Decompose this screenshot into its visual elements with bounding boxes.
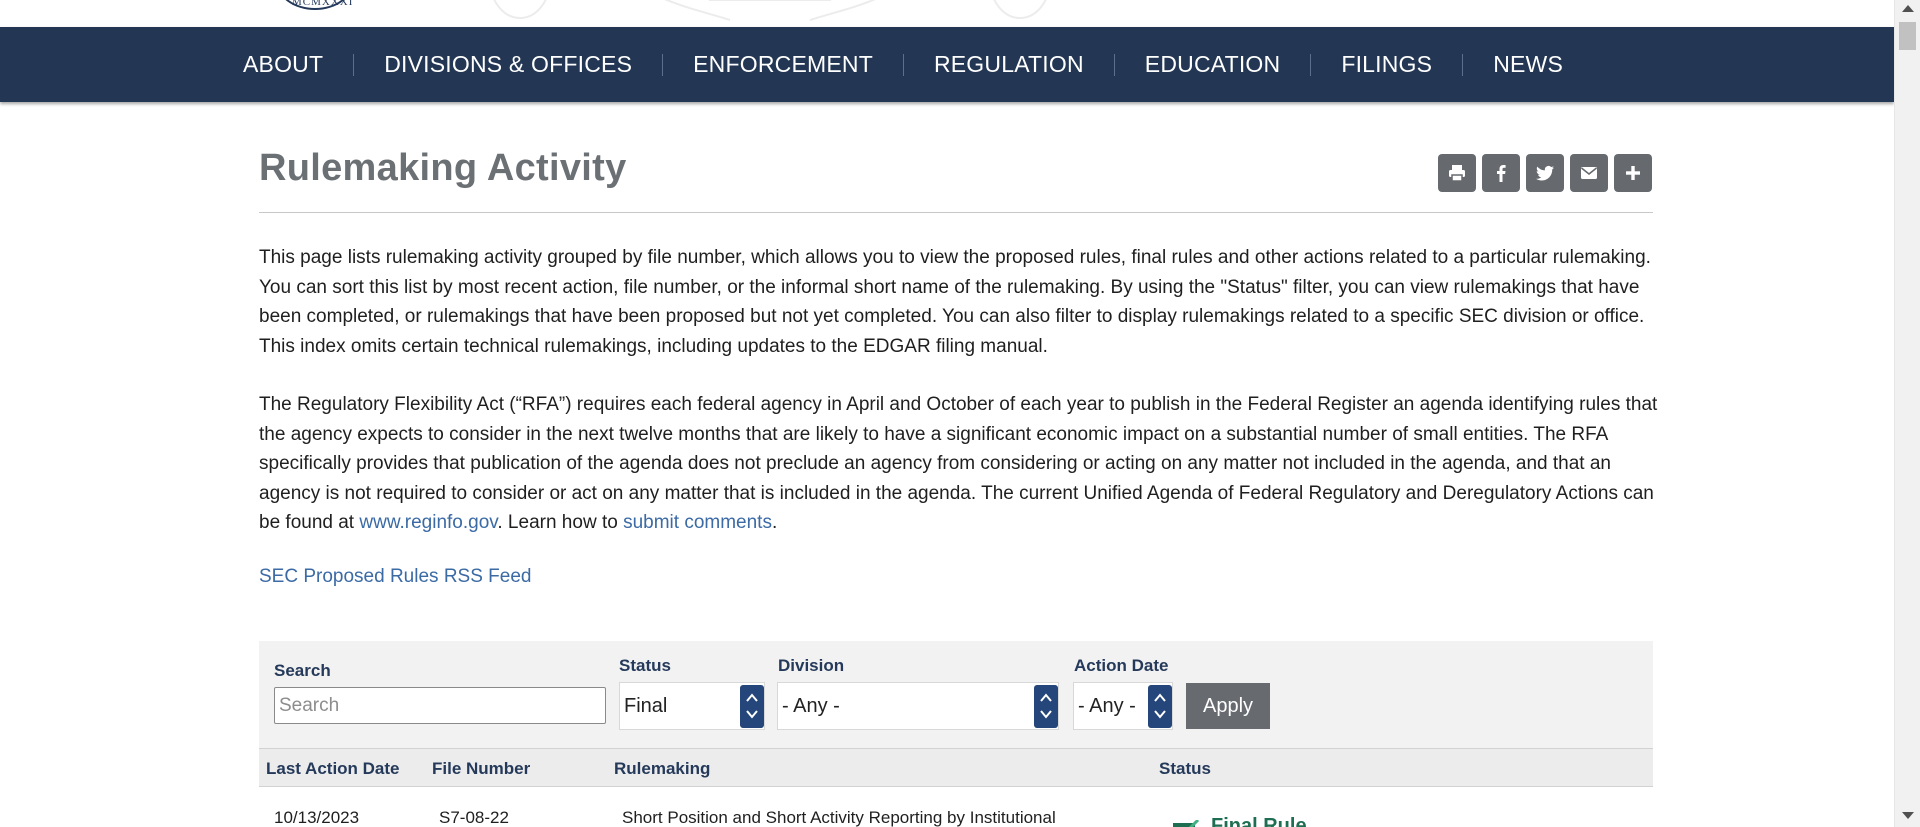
- column-header-rulemaking[interactable]: Rulemaking: [614, 759, 710, 779]
- chevron-down-icon: [746, 710, 758, 719]
- status-select[interactable]: Final: [619, 682, 765, 730]
- chevron-down-icon: [1154, 710, 1166, 719]
- search-label: Search: [274, 661, 331, 680]
- nav-list: ABOUT DIVISIONS & OFFICES ENFORCEMENT RE…: [243, 27, 1563, 102]
- division-label: Division: [778, 656, 845, 675]
- table-header: Last Action Date File Number Rulemaking …: [259, 748, 1653, 787]
- division-select[interactable]: - Any -: [777, 682, 1059, 730]
- nav-separator: [1113, 53, 1115, 76]
- nav-separator: [353, 53, 355, 76]
- final-rule-check-icon: [1173, 819, 1200, 827]
- intro-paragraph: This page lists rulemaking activity grou…: [259, 247, 1651, 357]
- rfa-paragraph: The Regulatory Flexibility Act (“RFA”) r…: [259, 390, 1659, 538]
- nav-regulation[interactable]: REGULATION: [934, 51, 1084, 78]
- email-icon: [1581, 167, 1597, 179]
- status-label: Status: [619, 656, 671, 675]
- nav-education[interactable]: EDUCATION: [1145, 51, 1281, 78]
- scroll-up-arrow-icon[interactable]: [1902, 5, 1914, 12]
- row-file-number[interactable]: S7-08-22: [439, 808, 509, 827]
- plus-icon: [1626, 166, 1640, 180]
- status-text: Final Rule: [1211, 815, 1307, 827]
- main-nav: ABOUT DIVISIONS & OFFICES ENFORCEMENT RE…: [0, 27, 1894, 102]
- period-text: .: [771, 512, 778, 533]
- page-title: Rulemaking Activity: [259, 147, 627, 189]
- more-share-button[interactable]: [1614, 154, 1652, 192]
- share-toolbar: [1438, 154, 1652, 192]
- action-date-select-value: - Any -: [1078, 695, 1136, 717]
- vertical-scrollbar[interactable]: [1894, 0, 1920, 827]
- nav-separator: [662, 53, 664, 76]
- scroll-down-arrow-icon[interactable]: [1902, 812, 1914, 819]
- submit-comments-link[interactable]: submit comments: [623, 512, 772, 533]
- print-button[interactable]: [1438, 154, 1476, 192]
- column-header-file-number[interactable]: File Number: [432, 759, 530, 779]
- rss-feed-link[interactable]: SEC Proposed Rules RSS Feed: [259, 566, 531, 588]
- division-select-arrows[interactable]: [1034, 685, 1058, 728]
- nav-about[interactable]: ABOUT: [243, 51, 323, 78]
- facebook-icon: [1497, 165, 1506, 182]
- learn-text: . Learn how to: [497, 512, 624, 533]
- nav-enforcement[interactable]: ENFORCEMENT: [693, 51, 873, 78]
- action-date-select-arrows[interactable]: [1148, 685, 1172, 728]
- status-badge: Final Rule: [1173, 815, 1307, 827]
- twitter-icon: [1536, 165, 1554, 181]
- nav-divisions-offices[interactable]: DIVISIONS & OFFICES: [384, 51, 632, 78]
- twitter-share-button[interactable]: [1526, 154, 1564, 192]
- action-date-label: Action Date: [1074, 656, 1169, 675]
- title-divider: [259, 212, 1653, 213]
- nav-filings[interactable]: FILINGS: [1341, 51, 1432, 78]
- email-share-button[interactable]: [1570, 154, 1608, 192]
- chevron-up-icon: [1154, 693, 1166, 702]
- seal-text: MCMXXXI: [292, 0, 354, 8]
- chevron-up-icon: [746, 693, 758, 702]
- nav-separator: [1310, 53, 1312, 76]
- status-select-value: Final: [624, 695, 668, 717]
- filter-panel: Search Status Final Division - Any - Act…: [259, 641, 1653, 748]
- search-input[interactable]: [274, 687, 606, 724]
- row-rulemaking-title[interactable]: Short Position and Short Activity Report…: [622, 808, 1056, 827]
- nav-news[interactable]: NEWS: [1493, 51, 1563, 78]
- apply-button[interactable]: Apply: [1186, 683, 1270, 729]
- division-select-value: - Any -: [782, 695, 840, 717]
- chevron-up-icon: [1040, 693, 1052, 702]
- eagle-watermark-icon: [493, 0, 1047, 21]
- row-last-action-date: 10/13/2023: [274, 808, 360, 827]
- column-header-last-action-date[interactable]: Last Action Date: [266, 759, 400, 779]
- column-header-status: Status: [1159, 759, 1211, 778]
- print-icon: [1449, 165, 1465, 182]
- scrollbar-thumb[interactable]: [1899, 22, 1916, 50]
- reginfo-link[interactable]: www.reginfo.gov: [359, 512, 497, 533]
- status-select-arrows[interactable]: [740, 685, 764, 728]
- action-date-select[interactable]: - Any -: [1073, 682, 1173, 730]
- facebook-share-button[interactable]: [1482, 154, 1520, 192]
- nav-separator: [902, 53, 904, 76]
- table-row: 10/13/2023 S7-08-22 Short Position and S…: [259, 787, 1653, 827]
- site-header: MCMXXXI: [0, 0, 1894, 27]
- nav-separator: [1462, 53, 1464, 76]
- chevron-down-icon: [1040, 710, 1052, 719]
